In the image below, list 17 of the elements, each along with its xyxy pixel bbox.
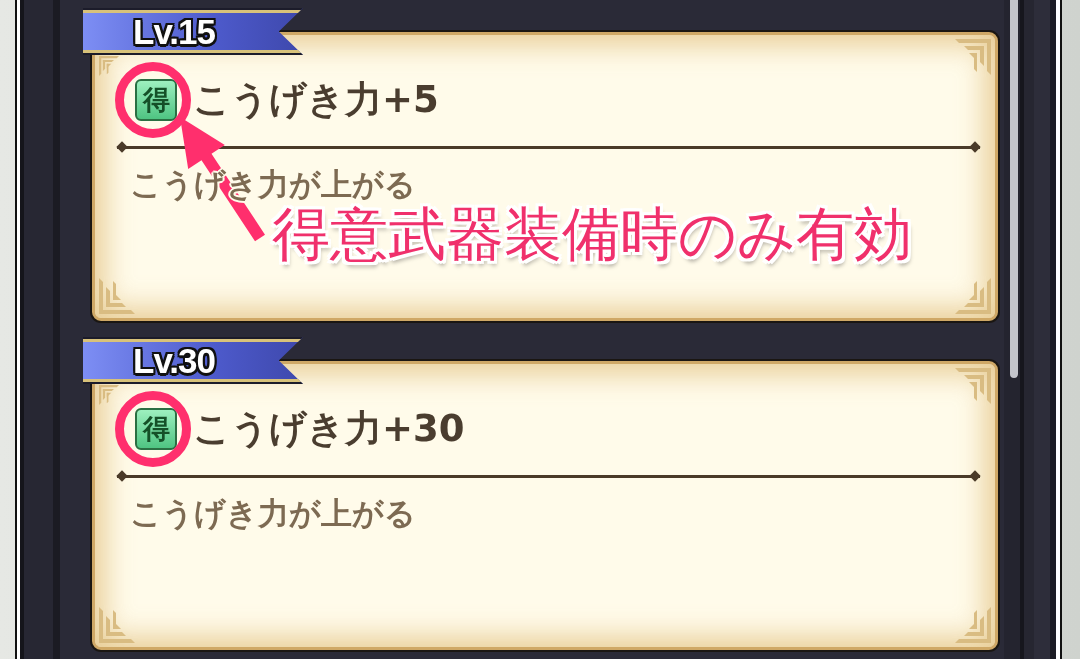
weapon-tag: 得	[135, 408, 177, 450]
level-ribbon: Lv.15	[83, 8, 303, 55]
corner-ornament-icon	[99, 56, 119, 76]
skill-description: こうげき力が上がる	[130, 497, 416, 529]
corner-ornament-icon	[99, 607, 135, 643]
corner-ornament-icon	[955, 368, 991, 404]
corner-ornament-icon	[955, 278, 991, 314]
level-ribbon: Lv.30	[83, 337, 303, 384]
corner-ornament-icon	[955, 39, 991, 75]
annotation-text: 得意武器装備時のみ有効	[272, 200, 912, 270]
corner-ornament-icon	[99, 385, 119, 405]
corner-ornament-icon	[955, 607, 991, 643]
scrollbar-thumb[interactable]	[1010, 0, 1018, 378]
skill-title: こうげき力+5	[193, 78, 439, 122]
skill-title: こうげき力+30	[193, 407, 465, 451]
corner-ornament-icon	[99, 278, 135, 314]
weapon-tag: 得	[135, 79, 177, 121]
